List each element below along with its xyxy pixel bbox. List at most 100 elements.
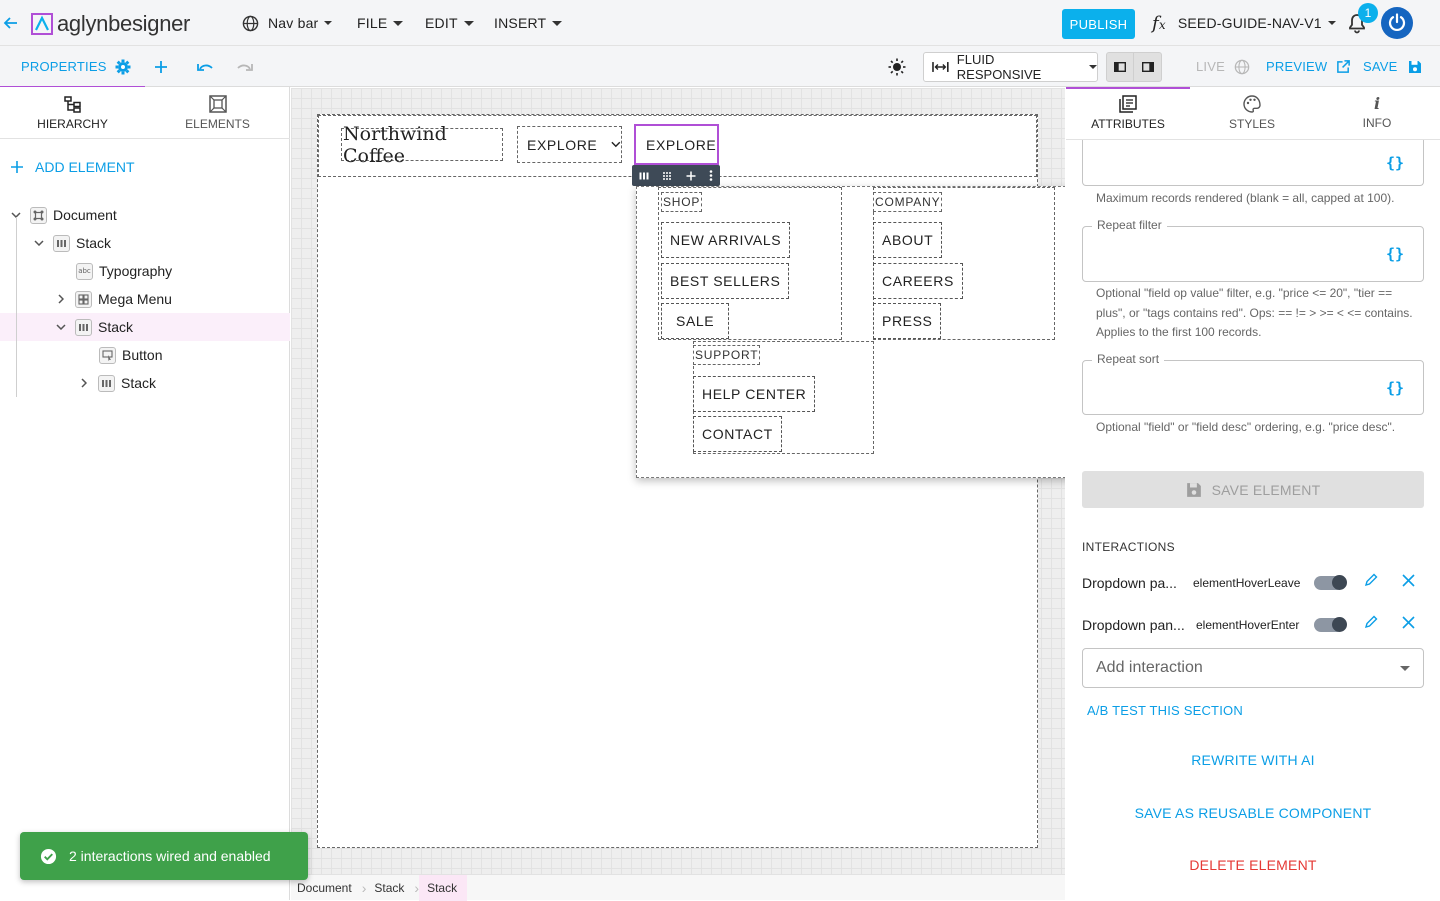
- tree-item-stack[interactable]: Stack: [0, 229, 290, 257]
- interactions-heading: INTERACTIONS: [1082, 540, 1175, 554]
- left-panel-icon[interactable]: [1107, 53, 1134, 81]
- check-circle-icon: [40, 848, 57, 864]
- app-logo[interactable]: aglynbesigner: [30, 11, 190, 37]
- avatar[interactable]: [1381, 7, 1413, 39]
- live-button[interactable]: LIVE: [1196, 46, 1250, 87]
- menu-edit-label: EDIT: [425, 15, 458, 31]
- tree-item-mega-menu[interactable]: Mega Menu: [0, 285, 290, 313]
- right-panel-icon[interactable]: [1134, 53, 1161, 81]
- edit-pencil-icon[interactable]: [1364, 573, 1378, 587]
- mega-menu-icon: [75, 290, 92, 308]
- stack-icon: [75, 318, 92, 336]
- chevron-right-icon[interactable]: [76, 375, 92, 391]
- menu-link-about[interactable]: ABOUT: [873, 222, 943, 258]
- fx-icon: fx: [1152, 12, 1166, 34]
- save-element-button[interactable]: SAVE ELEMENT: [1082, 471, 1424, 508]
- toast-message: 2 interactions wired and enabled: [69, 848, 271, 864]
- tab-info[interactable]: i INFO: [1315, 87, 1439, 139]
- max-records-field[interactable]: {}: [1082, 140, 1424, 186]
- chevron-down-icon: [611, 141, 621, 148]
- floppy-disk-icon: [1186, 482, 1201, 497]
- menu-file[interactable]: FILE: [357, 0, 404, 46]
- tab-elements[interactable]: ELEMENTS: [145, 87, 290, 139]
- binding-braces-icon[interactable]: {}: [1386, 379, 1404, 397]
- rewrite-with-ai-button[interactable]: REWRITE WITH AI: [1066, 752, 1440, 768]
- add-element-label: ADD ELEMENT: [35, 159, 135, 175]
- mega-menu-panel[interactable]: SHOP NEW ARRIVALS BEST SELLERS SALE COMP…: [636, 186, 1065, 478]
- repeat-filter-field[interactable]: Repeat filter {}: [1082, 218, 1424, 282]
- explore-label: EXPLORE: [527, 136, 598, 153]
- typography-icon: abc: [76, 262, 93, 280]
- menu-link-sale[interactable]: SALE: [661, 303, 730, 339]
- responsive-mode-select[interactable]: FLUID RESPONSIVE: [923, 52, 1098, 82]
- back-arrow-icon[interactable]: [3, 15, 19, 31]
- tree-item-button[interactable]: Button: [0, 341, 290, 369]
- more-vertical-icon[interactable]: [709, 170, 713, 181]
- menu-link-help-center[interactable]: HELP CENTER: [693, 376, 816, 412]
- ab-test-link[interactable]: A/B TEST THIS SECTION: [1087, 703, 1243, 718]
- save-element-label: SAVE ELEMENT: [1211, 481, 1321, 498]
- drag-handle-icon[interactable]: [662, 171, 672, 181]
- save-as-component-button[interactable]: SAVE AS REUSABLE COMPONENT: [1066, 805, 1440, 821]
- add-interaction-placeholder: Add interaction: [1096, 659, 1203, 676]
- design-canvas[interactable]: Northwind Coffee EXPLORE EXPLORE SHOP NE…: [291, 88, 1065, 874]
- undo-icon[interactable]: [196, 59, 216, 75]
- add-icon[interactable]: [686, 171, 696, 181]
- menu-link-best-sellers[interactable]: BEST SELLERS: [661, 263, 790, 299]
- menu-link-new-arrivals[interactable]: NEW ARRIVALS: [661, 222, 791, 258]
- tab-elements-label: ELEMENTS: [185, 117, 250, 131]
- explore-button-selected[interactable]: EXPLORE: [634, 124, 719, 165]
- delete-element-button[interactable]: DELETE ELEMENT: [1066, 857, 1440, 873]
- add-element-button[interactable]: ADD ELEMENT: [10, 159, 135, 175]
- binding-braces-icon[interactable]: {}: [1386, 154, 1404, 172]
- close-icon[interactable]: [1402, 574, 1415, 587]
- chevron-down-icon[interactable]: [53, 319, 69, 335]
- save-button[interactable]: SAVE: [1363, 46, 1422, 87]
- properties-button[interactable]: PROPERTIES: [21, 46, 131, 87]
- chevron-right-icon[interactable]: [53, 291, 69, 307]
- menu-link-press[interactable]: PRESS: [873, 303, 942, 339]
- tab-hierarchy[interactable]: HIERARCHY: [0, 87, 145, 139]
- chevron-down-icon: [1089, 65, 1097, 69]
- redo-icon[interactable]: [234, 59, 254, 75]
- site-selector[interactable]: Nav bar: [242, 0, 333, 46]
- add-icon[interactable]: [153, 59, 169, 75]
- elements-icon: [208, 95, 227, 113]
- breadcrumb-item[interactable]: Stack: [366, 875, 414, 901]
- publish-button[interactable]: PUBLISH: [1062, 9, 1135, 39]
- breadcrumb-item-active[interactable]: Stack: [419, 874, 468, 901]
- chevron-down-icon: [393, 20, 404, 26]
- chevron-down-icon[interactable]: [31, 235, 47, 251]
- add-interaction-select[interactable]: Add interaction: [1082, 648, 1424, 688]
- brand-title[interactable]: Northwind Coffee: [341, 123, 503, 167]
- chevron-down-icon: [552, 20, 563, 26]
- preview-button[interactable]: PREVIEW: [1266, 46, 1351, 87]
- edit-pencil-icon[interactable]: [1364, 615, 1378, 629]
- binding-braces-icon[interactable]: {}: [1386, 245, 1404, 263]
- tree-item-typography[interactable]: abc Typography: [0, 257, 290, 285]
- interaction-enabled-toggle[interactable]: [1314, 575, 1347, 590]
- width-arrows-icon: [932, 62, 949, 72]
- explore-menu-button[interactable]: EXPLORE: [517, 126, 622, 163]
- tree-item-document[interactable]: Document: [0, 201, 290, 229]
- button-icon: [99, 346, 116, 364]
- menu-insert[interactable]: INSERT: [494, 0, 563, 46]
- stack-icon[interactable]: [639, 172, 649, 180]
- menu-link-contact[interactable]: CONTACT: [693, 416, 782, 452]
- company-heading: COMPANY: [873, 192, 943, 212]
- theme-toggle-sun-icon[interactable]: [888, 58, 906, 76]
- tree-item-stack-child[interactable]: Stack: [0, 369, 290, 397]
- menu-edit[interactable]: EDIT: [425, 0, 474, 46]
- interaction-enabled-toggle[interactable]: [1314, 617, 1347, 632]
- globe-icon: [1234, 59, 1250, 74]
- tree-item-stack-selected[interactable]: Stack: [0, 313, 290, 341]
- tab-styles[interactable]: STYLES: [1190, 87, 1314, 139]
- menu-link-careers[interactable]: CAREERS: [873, 263, 963, 299]
- close-icon[interactable]: [1402, 616, 1415, 629]
- plus-icon: [11, 161, 23, 173]
- attributes-icon: [1119, 95, 1137, 113]
- repeat-sort-field[interactable]: Repeat sort {}: [1082, 352, 1424, 415]
- tab-attributes[interactable]: ATTRIBUTES: [1066, 87, 1190, 139]
- fx-selector[interactable]: fx SEED-GUIDE-NAV-V1: [1152, 0, 1336, 46]
- interaction-name: Dropdown pa...: [1082, 575, 1177, 591]
